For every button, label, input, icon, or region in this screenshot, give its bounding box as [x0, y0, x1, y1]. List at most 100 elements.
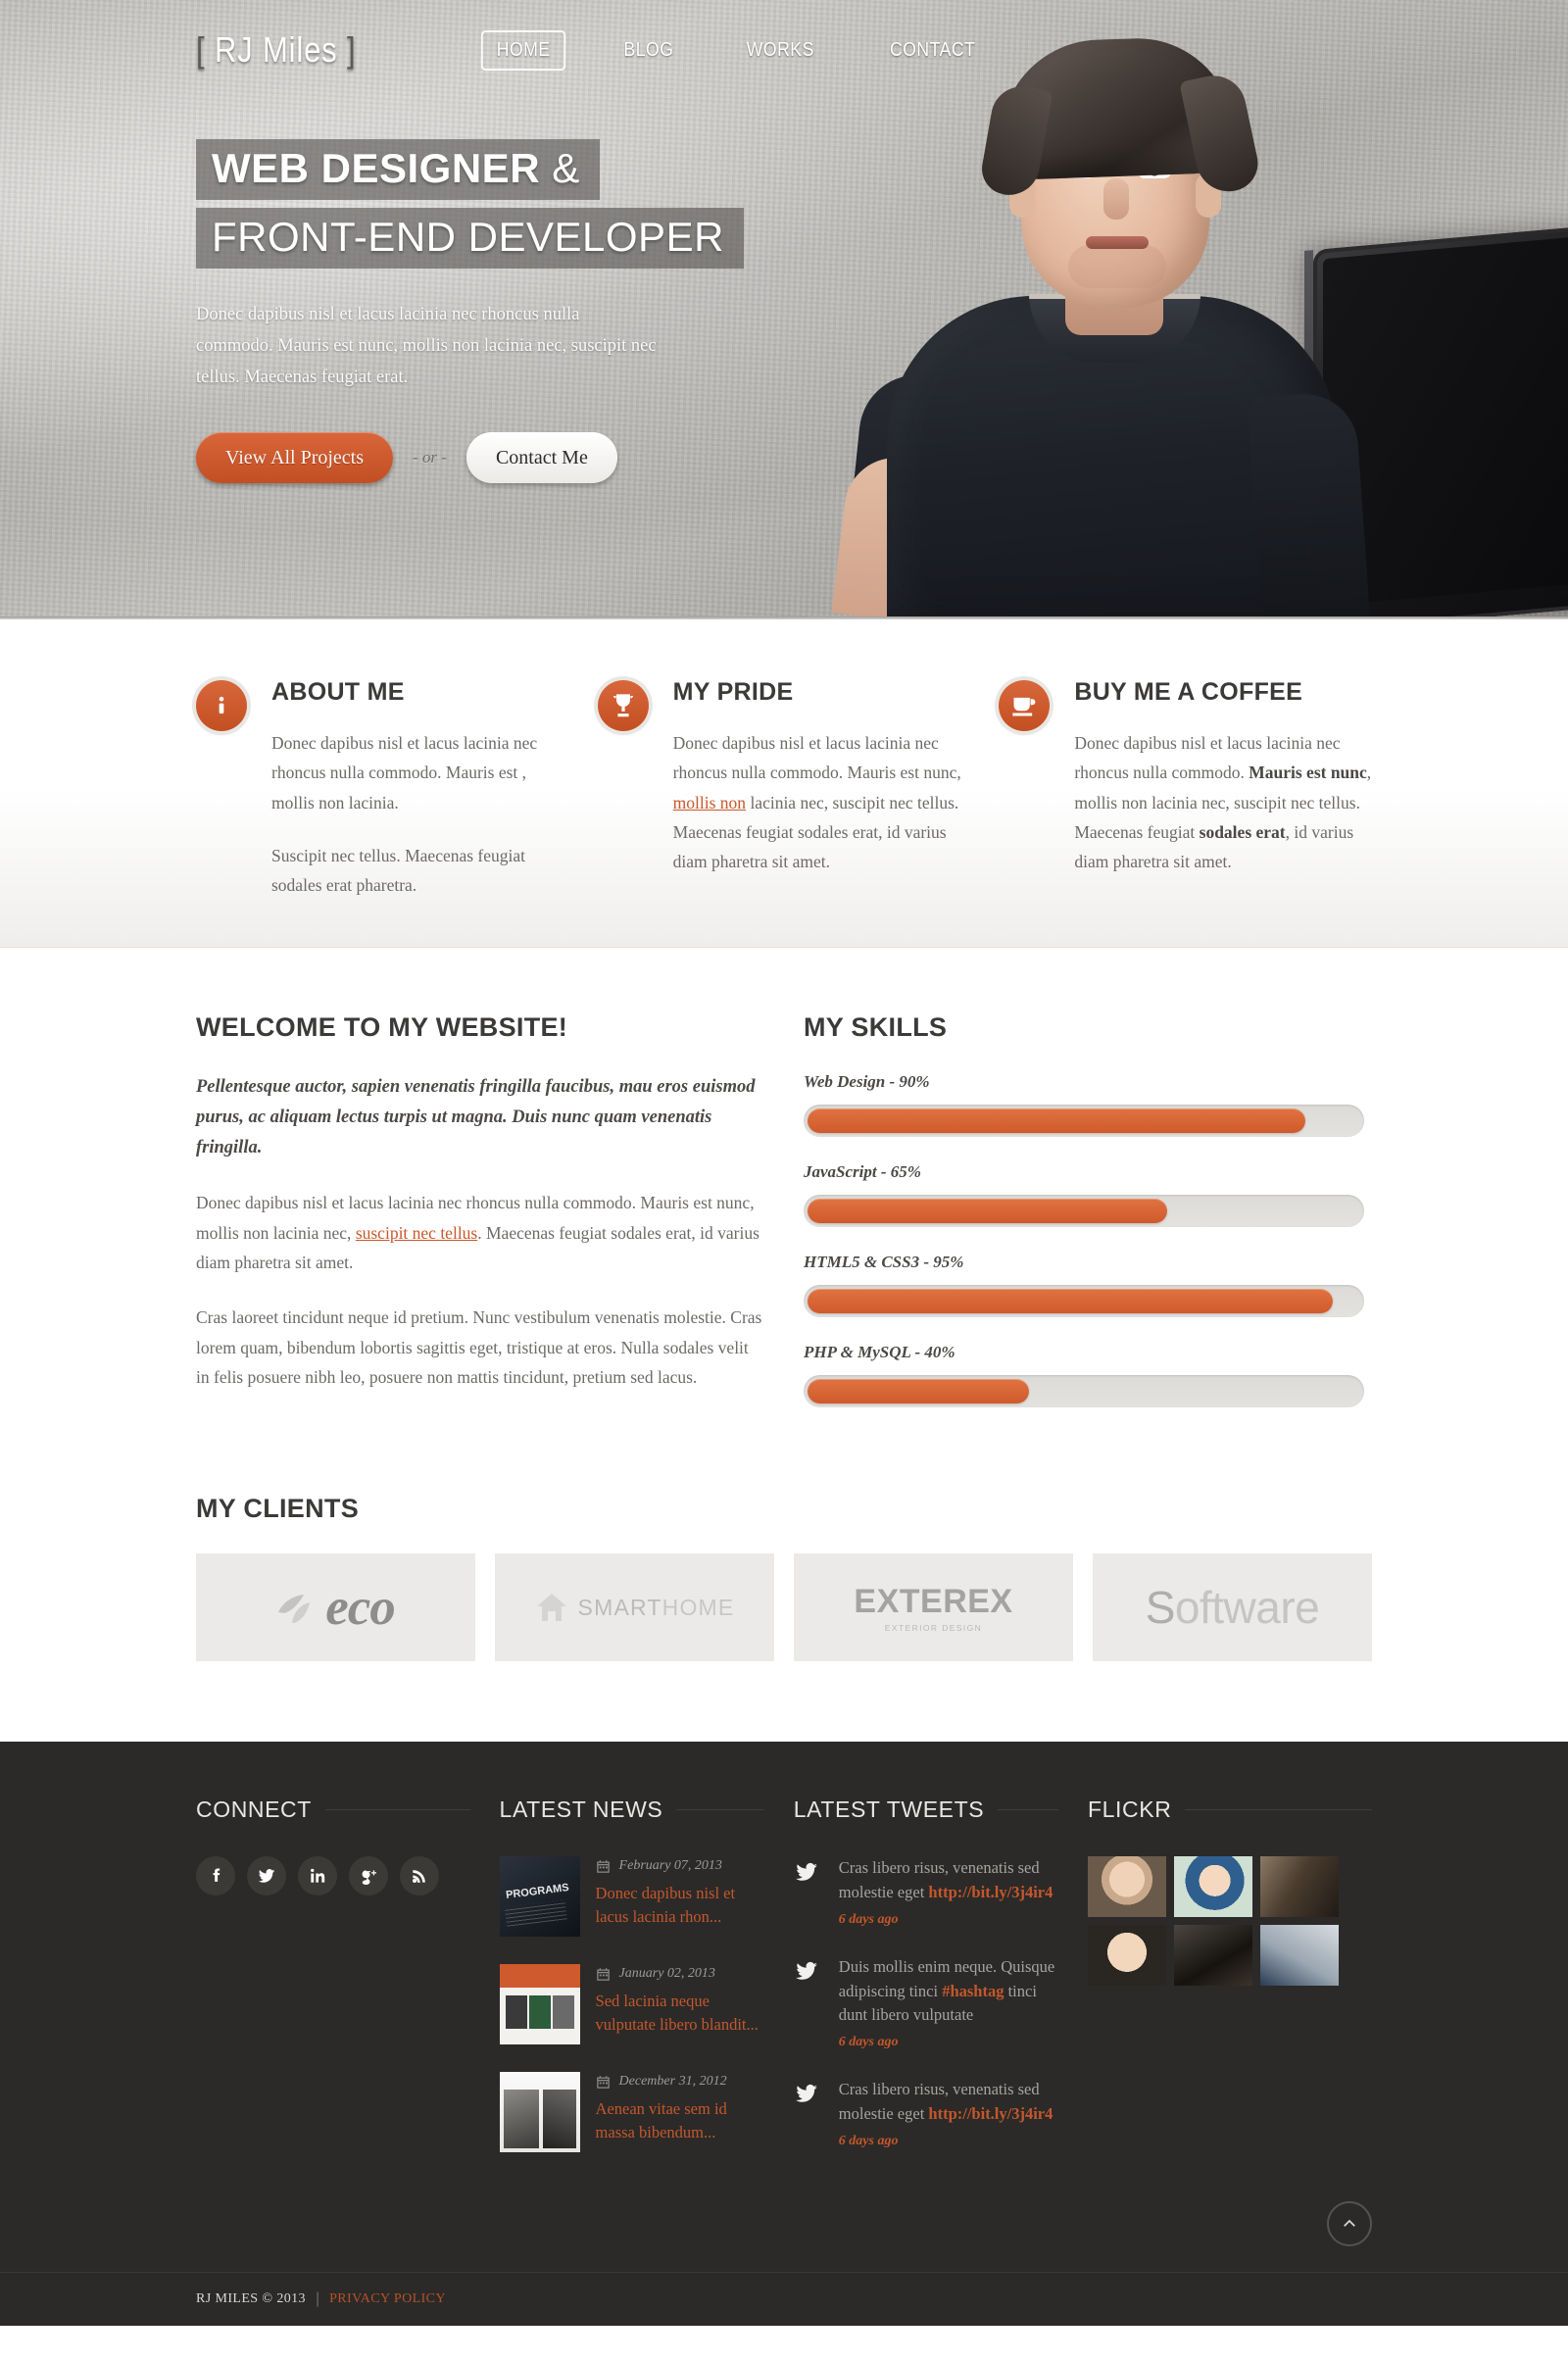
footer-tweets-column: LATEST TWEETS Cras libero risus, venenat…	[794, 1796, 1059, 2180]
privacy-policy-link[interactable]: PRIVACY POLICY	[329, 2291, 446, 2307]
contact-me-button[interactable]: Contact Me	[466, 432, 617, 484]
feature-title: ABOUT ME	[271, 678, 405, 706]
rss-icon[interactable]	[400, 1856, 439, 1896]
hero-headline: WEB DESIGNER & FRONT-END DEVELOPER	[196, 139, 1372, 269]
news-date-text: December 31, 2012	[618, 2074, 727, 2090]
footer-title-rule	[998, 1809, 1059, 1811]
view-all-projects-button[interactable]: View All Projects	[196, 432, 394, 484]
twitter-icon	[794, 1856, 825, 1930]
hero-paragraph: Donec dapibus nisl et lacus lacinia nec …	[196, 305, 657, 387]
skills-title: MY SKILLS	[804, 1012, 948, 1043]
feature-about-me: ABOUT ME Donec dapibus nisl et lacus lac…	[196, 678, 569, 900]
feature-inline-link[interactable]: mollis non	[673, 793, 746, 812]
skill-bar-track	[804, 1105, 1364, 1138]
trophy-icon	[597, 680, 649, 731]
tweet-link[interactable]: #hashtag	[942, 1982, 1004, 2000]
news-item[interactable]: February 07, 2013 Donec dapibus nisl et …	[499, 1856, 764, 1938]
scroll-to-top-button[interactable]	[1327, 2201, 1372, 2247]
feature-buy-me-a-coffee: BUY ME A COFFEE Donec dapibus nisl et la…	[999, 678, 1372, 900]
feature-paragraph-1: Donec dapibus nisl et lacus lacinia nec …	[271, 733, 538, 812]
tweet-text: Cras libero risus, venenatis sed molesti…	[839, 2078, 1058, 2151]
news-date-text: January 02, 2013	[618, 1966, 715, 1982]
client-logo-smarthome[interactable]: SMARTHOME	[495, 1553, 774, 1662]
client-logo-text-bold: SMART	[577, 1594, 662, 1620]
client-logo-eco[interactable]: eco	[196, 1553, 475, 1662]
news-thumbnail	[499, 1856, 580, 1938]
twitter-icon	[794, 2078, 825, 2151]
feature-paragraph-1: Donec dapibus nisl et lacus lacinia nec …	[1074, 728, 1372, 876]
welcome-inline-link[interactable]: suscipit nec tellus	[356, 1223, 477, 1243]
site-footer: CONNECT LATEST NEWS PROGRAMS February 07…	[0, 1742, 1568, 2327]
flickr-thumbnail[interactable]	[1088, 1856, 1167, 1918]
tweet-text: Cras libero risus, venenatis sed molesti…	[839, 1856, 1058, 1930]
site-header: [ RJ Miles ] HOME BLOG WORKS CONTACT	[196, 0, 1372, 71]
tweet-link[interactable]: http://bit.ly/3j4ir4	[928, 2104, 1053, 2123]
welcome-skills-section: WELCOME TO MY WEBSITE! Pellentesque auct…	[0, 948, 1568, 1434]
tweet-item: Cras libero risus, venenatis sed molesti…	[794, 1856, 1058, 1930]
news-date: February 07, 2013	[596, 1858, 764, 1874]
twitter-icon[interactable]	[247, 1856, 286, 1896]
skill-item: Web Design - 90%	[804, 1072, 1364, 1138]
footer-title-rule	[1185, 1809, 1373, 1811]
skill-bar-track	[804, 1195, 1364, 1228]
feature-paragraph-2: Suscipit nec tellus. Maecenas feugiat so…	[271, 845, 526, 896]
skill-item: JavaScript - 65%	[804, 1162, 1364, 1228]
skill-bar-track	[804, 1375, 1364, 1408]
googleplus-icon[interactable]	[349, 1856, 388, 1896]
flickr-thumbnail[interactable]	[1174, 1925, 1253, 1987]
headline-line-1-text: WEB DESIGNER	[212, 145, 541, 191]
calendar-icon	[596, 2076, 610, 2089]
news-title-link[interactable]: Donec dapibus nisl et lacus lacinia rhon…	[596, 1882, 764, 1929]
feature-title: MY PRIDE	[672, 678, 794, 706]
features-section: ABOUT ME Donec dapibus nisl et lacus lac…	[0, 619, 1568, 949]
client-logo-text-b: oftware	[1174, 1582, 1320, 1634]
copyright-text: RJ MILES © 2013	[196, 2291, 306, 2307]
feature-bold-2: sodales erat	[1199, 821, 1286, 842]
news-date-text: February 07, 2013	[618, 1858, 722, 1874]
hero-section: [ RJ Miles ] HOME BLOG WORKS CONTACT WEB…	[0, 0, 1568, 619]
footer-flickr-column: FLICKR	[1088, 1796, 1373, 2180]
footer-flickr-title: FLICKR	[1088, 1796, 1172, 1823]
calendar-icon	[596, 1860, 610, 1873]
news-title-link[interactable]: Aenean vitae sem id massa bibendum...	[596, 2097, 764, 2144]
flickr-thumbnail[interactable]	[1260, 1856, 1340, 1918]
coffee-icon	[999, 680, 1051, 731]
news-item[interactable]: December 31, 2012 Aenean vitae sem id ma…	[499, 2072, 764, 2153]
flickr-thumbnail[interactable]	[1088, 1925, 1167, 1987]
nav-item-works[interactable]: WORKS	[733, 32, 828, 69]
nav-item-home[interactable]: HOME	[480, 29, 566, 71]
news-item[interactable]: January 02, 2013 Sed lacinia neque vulpu…	[499, 1964, 764, 2045]
news-date: December 31, 2012	[596, 2074, 764, 2090]
calendar-icon	[596, 1968, 610, 1981]
client-logo-text: Software	[1146, 1581, 1320, 1634]
twitter-icon	[794, 1955, 825, 2052]
flickr-thumbnail[interactable]	[1260, 1925, 1340, 1987]
site-logo[interactable]: [ RJ Miles ]	[196, 29, 356, 71]
flickr-thumbnail[interactable]	[1174, 1856, 1253, 1918]
client-logo-software[interactable]: Software	[1093, 1553, 1372, 1662]
facebook-icon[interactable]	[196, 1856, 235, 1896]
skill-label: HTML5 & CSS3 - 95%	[804, 1253, 964, 1272]
tweet-link[interactable]: http://bit.ly/3j4ir4	[928, 1883, 1053, 1901]
client-logo-exterex[interactable]: EXTEREX EXTERIOR DESIGN	[794, 1553, 1073, 1662]
nav-item-contact[interactable]: CONTACT	[876, 32, 990, 69]
client-logo-text-light: HOME	[662, 1594, 735, 1620]
clients-section: MY CLIENTS eco SMARTHOME EXTEREX EXTERIO…	[0, 1433, 1568, 1743]
skill-item: PHP & MySQL - 40%	[804, 1343, 1364, 1408]
nav-item-blog[interactable]: BLOG	[611, 32, 688, 69]
client-logo-subtext: EXTERIOR DESIGN	[884, 1622, 983, 1633]
clients-title: MY CLIENTS	[196, 1494, 360, 1524]
tweet-item: Cras libero risus, venenatis sed molesti…	[794, 2078, 1058, 2151]
news-title-link[interactable]: Sed lacinia neque vulputate libero bland…	[596, 1990, 764, 2037]
skills-column: MY SKILLS Web Design - 90% JavaScript - …	[804, 1012, 1364, 1433]
flickr-photo-grid	[1088, 1856, 1372, 1987]
feature-paragraph-1: Donec dapibus nisl et lacus lacinia nec …	[673, 728, 971, 876]
client-logo-text: SMARTHOME	[578, 1595, 735, 1621]
skill-bar-fill	[808, 1289, 1333, 1314]
hero-bottom-divider	[0, 616, 1568, 619]
footer-title-rule	[676, 1809, 764, 1811]
linkedin-icon[interactable]	[298, 1856, 337, 1896]
skill-label: JavaScript - 65%	[804, 1162, 921, 1182]
footer-news-column: LATEST NEWS February 07, 2013 Donec dapi…	[499, 1796, 764, 2180]
news-date: January 02, 2013	[596, 1966, 764, 1982]
